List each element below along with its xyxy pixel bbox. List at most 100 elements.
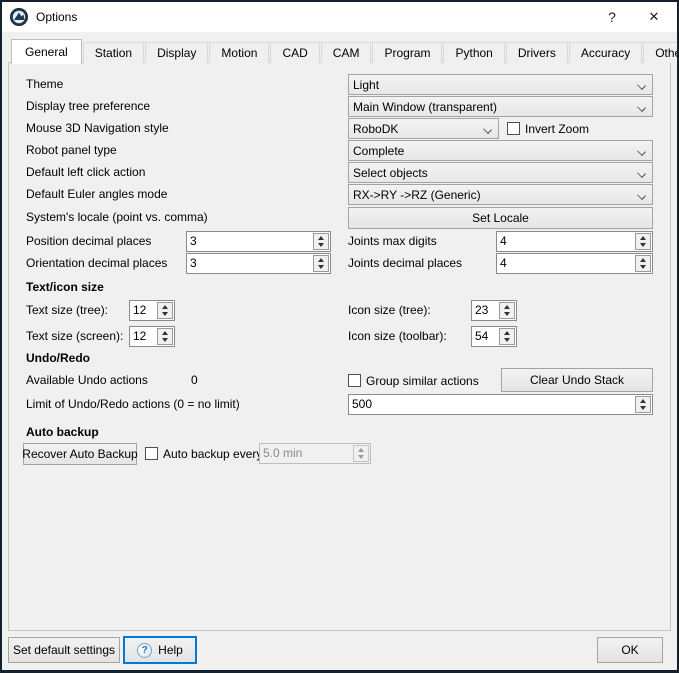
orientation-dp-label: Orientation decimal places [26,253,167,274]
spin-up-icon[interactable] [500,303,514,311]
clear-undo-stack-button[interactable]: Clear Undo Stack [501,368,653,392]
general-tab-pane: Theme Light Display tree preference Main… [8,62,671,631]
left-click-dropdown[interactable]: Select objects [348,162,653,183]
mouse-nav-dropdown[interactable]: RoboDK [348,118,499,139]
spin-up-icon[interactable] [158,329,172,337]
titlebar: Options ? ✕ [2,2,677,32]
spin-down-icon[interactable] [158,311,172,319]
joints-max-spinbox[interactable]: 4 [496,231,653,252]
spin-down-icon[interactable] [158,337,172,345]
available-undo-value: 0 [191,370,198,391]
robot-panel-label: Robot panel type [26,140,117,161]
window-title: Options [36,10,77,24]
spin-up-icon[interactable] [500,329,514,337]
auto-backup-interval-value: 5.0 min [260,444,352,463]
text-icon-size-heading: Text/icon size [26,280,104,294]
ok-button[interactable]: OK [597,637,663,663]
chevron-down-icon [637,191,646,200]
help-button[interactable]: ? Help [123,636,197,664]
spin-down-icon[interactable] [636,264,650,272]
tab-cad[interactable]: CAD [270,42,319,63]
available-undo-label: Available Undo actions [26,370,148,391]
spin-up-icon [354,446,368,454]
tab-station[interactable]: Station [83,42,144,63]
joints-max-label: Joints max digits [348,231,437,252]
euler-mode-dropdown[interactable]: RX->RY ->RZ (Generic) [348,184,653,205]
theme-label: Theme [26,74,63,95]
spin-down-icon[interactable] [314,264,328,272]
tab-python[interactable]: Python [443,42,504,63]
left-click-dropdown-value: Select objects [353,166,428,180]
auto-backup-checkbox[interactable]: Auto backup every [145,443,262,464]
checkbox-unchecked-icon[interactable] [507,122,520,135]
spin-up-icon[interactable] [636,234,650,242]
tab-motion[interactable]: Motion [209,42,269,63]
theme-dropdown[interactable]: Light [348,74,653,95]
tab-cam[interactable]: CAM [321,42,372,63]
joints-max-value: 4 [497,232,634,251]
text-size-tree-spinbox[interactable]: 12 [129,300,175,321]
help-button-label: Help [158,643,183,657]
window-close-button[interactable]: ✕ [633,2,675,32]
tab-drivers[interactable]: Drivers [506,42,568,63]
undo-limit-value: 500 [349,395,634,414]
icon-size-tree-spinbox[interactable]: 23 [471,300,517,321]
set-default-settings-button[interactable]: Set default settings [8,637,120,663]
auto-backup-label: Auto backup every [163,447,262,461]
orientation-dp-value: 3 [187,254,312,273]
recover-auto-backup-button[interactable]: Recover Auto Backup [23,443,137,465]
help-question-icon: ? [137,643,152,658]
tab-display[interactable]: Display [145,42,208,63]
mouse-nav-dropdown-value: RoboDK [353,122,398,136]
auto-backup-interval-spinbox: 5.0 min [259,443,371,464]
undo-limit-label: Limit of Undo/Redo actions (0 = no limit… [26,394,240,415]
euler-mode-dropdown-value: RX->RY ->RZ (Generic) [353,188,481,202]
tree-preference-dropdown[interactable]: Main Window (transparent) [348,96,653,117]
robodk-logo-icon [10,8,28,26]
options-dialog: Options ? ✕ General Station Display Moti… [0,0,679,673]
robot-panel-dropdown[interactable]: Complete [348,140,653,161]
spin-up-icon[interactable] [158,303,172,311]
group-similar-actions-label: Group similar actions [366,374,479,388]
position-dp-label: Position decimal places [26,231,151,252]
spin-down-icon[interactable] [636,405,650,413]
spin-up-icon[interactable] [314,234,328,242]
text-size-tree-label: Text size (tree): [26,300,108,321]
auto-backup-heading: Auto backup [26,425,99,439]
chevron-down-icon [637,147,646,156]
joints-dp-label: Joints decimal places [348,253,462,274]
text-size-screen-spinbox[interactable]: 12 [129,326,175,347]
spin-up-icon[interactable] [636,256,650,264]
group-similar-actions-checkbox[interactable]: Group similar actions [348,370,479,391]
position-dp-value: 3 [187,232,312,251]
tab-accuracy[interactable]: Accuracy [569,42,642,63]
tree-preference-dropdown-value: Main Window (transparent) [353,100,497,114]
spin-up-icon[interactable] [636,397,650,405]
tab-other[interactable]: Other [643,42,679,63]
spin-up-icon[interactable] [314,256,328,264]
window-help-button[interactable]: ? [591,2,633,32]
orientation-dp-spinbox[interactable]: 3 [186,253,331,274]
locale-label: System's locale (point vs. comma) [26,207,208,228]
icon-size-toolbar-value: 54 [472,327,498,346]
spin-down-icon[interactable] [500,311,514,319]
chevron-down-icon [637,103,646,112]
icon-size-toolbar-spinbox[interactable]: 54 [471,326,517,347]
position-dp-spinbox[interactable]: 3 [186,231,331,252]
text-size-tree-value: 12 [130,301,156,320]
tab-program[interactable]: Program [372,42,442,63]
icon-size-toolbar-label: Icon size (toolbar): [348,326,447,347]
tab-general[interactable]: General [11,39,82,64]
tab-bar: General Station Display Motion CAD CAM P… [2,41,677,63]
joints-dp-spinbox[interactable]: 4 [496,253,653,274]
invert-zoom-label: Invert Zoom [525,122,589,136]
spin-down-icon[interactable] [314,242,328,250]
chevron-down-icon [637,169,646,178]
checkbox-unchecked-icon[interactable] [145,447,158,460]
undo-limit-spinbox[interactable]: 500 [348,394,653,415]
invert-zoom-checkbox[interactable]: Invert Zoom [507,118,589,139]
spin-down-icon[interactable] [636,242,650,250]
spin-down-icon[interactable] [500,337,514,345]
set-locale-button[interactable]: Set Locale [348,207,653,229]
checkbox-unchecked-icon[interactable] [348,374,361,387]
